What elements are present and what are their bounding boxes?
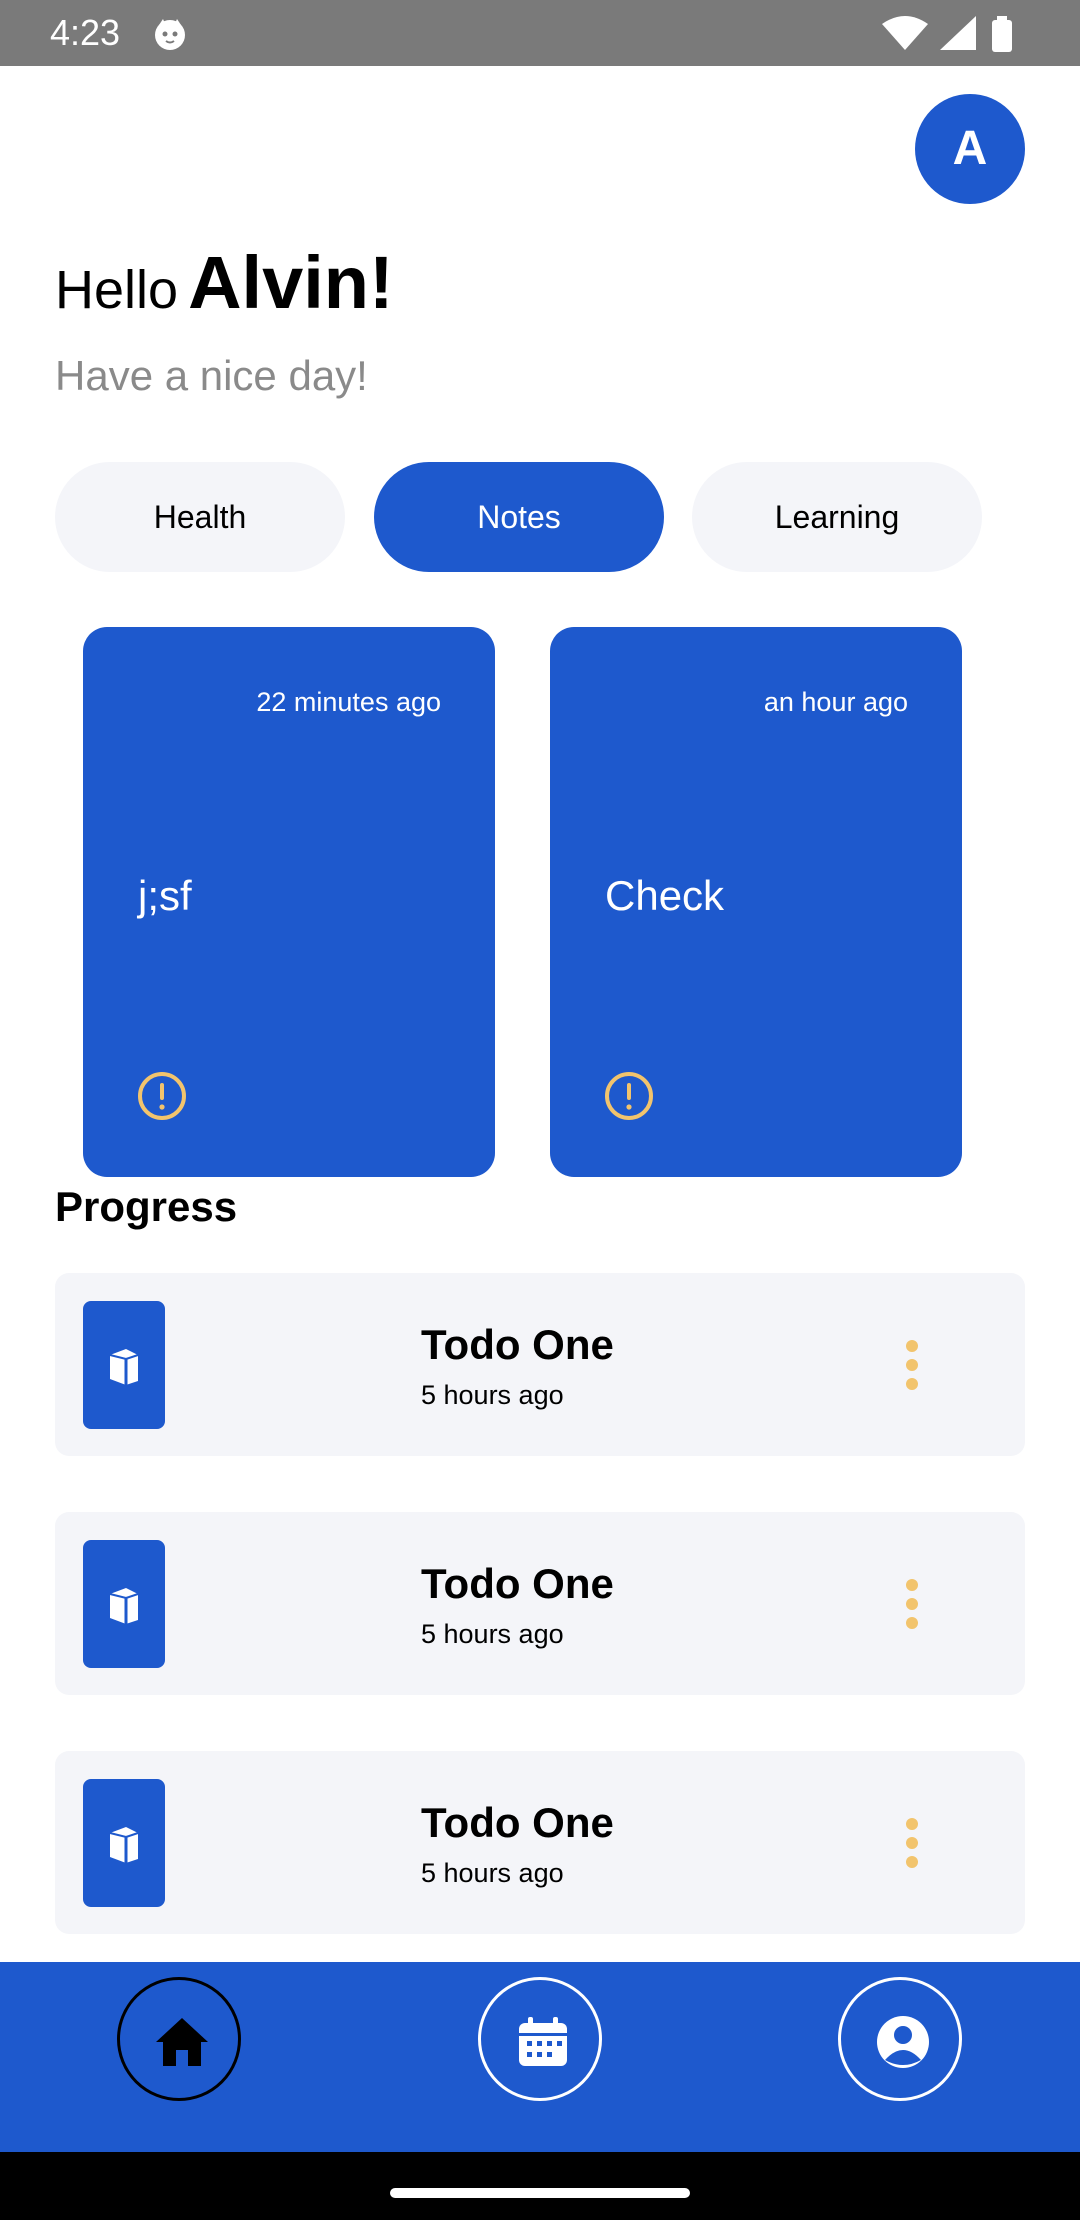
note-card[interactable]: 22 minutes ago j;sf [83,627,495,1177]
signal-icon [940,16,976,50]
note-time: an hour ago [763,687,908,717]
todo-icon-box [83,1540,165,1668]
note-card[interactable]: an hour ago Check [550,627,962,1177]
todo-icon-box [83,1779,165,1907]
home-gesture-handle[interactable] [390,2188,690,2198]
todo-title: Todo One [421,1560,614,1607]
profile-icon [877,2016,929,2068]
greeting-subtitle: Have a nice day! [55,352,368,399]
status-bar: 4:23 [0,0,1080,66]
book-icon [109,1827,139,1863]
status-icons [882,16,1012,52]
alert-circle-icon [605,1072,653,1120]
alert-circle-icon [138,1072,186,1120]
home-icon [156,2018,208,2066]
note-title: j;sf [138,872,192,919]
todo-time: 5 hours ago [421,1380,564,1410]
nav-home-button[interactable] [117,1977,241,2101]
battery-icon [992,20,1012,52]
cat-notification-icon [155,19,185,50]
book-icon [109,1588,139,1624]
system-navigation-bar [0,2152,1080,2220]
calendar-icon [519,2017,567,2066]
todo-item[interactable]: Todo One 5 hours ago [55,1273,1025,1456]
todo-item[interactable]: Todo One 5 hours ago [55,1751,1025,1934]
nav-profile-button[interactable] [838,1977,962,2101]
todo-title: Todo One [421,1321,614,1368]
greeting: Hello Alvin! [55,240,394,330]
todo-icon-box [83,1301,165,1429]
nav-calendar-button[interactable] [478,1977,602,2101]
note-time: 22 minutes ago [256,687,441,717]
bottom-nav [0,1962,1080,2152]
category-chip-notes[interactable]: Notes [374,462,664,572]
greeting-name: Alvin! [188,241,394,324]
more-vertical-icon[interactable] [905,1578,919,1630]
todo-time: 5 hours ago [421,1619,564,1649]
wifi-icon [882,16,928,50]
note-title: Check [605,872,725,919]
more-vertical-icon[interactable] [905,1817,919,1869]
status-time: 4:23 [50,12,121,53]
user-avatar[interactable]: A [915,94,1025,204]
category-chip-learning[interactable]: Learning [692,462,982,572]
category-chip-health[interactable]: Health [55,462,345,572]
greeting-hello: Hello [55,260,179,320]
todo-item[interactable]: Todo One 5 hours ago [55,1512,1025,1695]
progress-heading: Progress [55,1183,238,1230]
todo-time: 5 hours ago [421,1858,564,1888]
todo-title: Todo One [421,1799,614,1846]
more-vertical-icon[interactable] [905,1339,919,1391]
book-icon [109,1349,139,1385]
